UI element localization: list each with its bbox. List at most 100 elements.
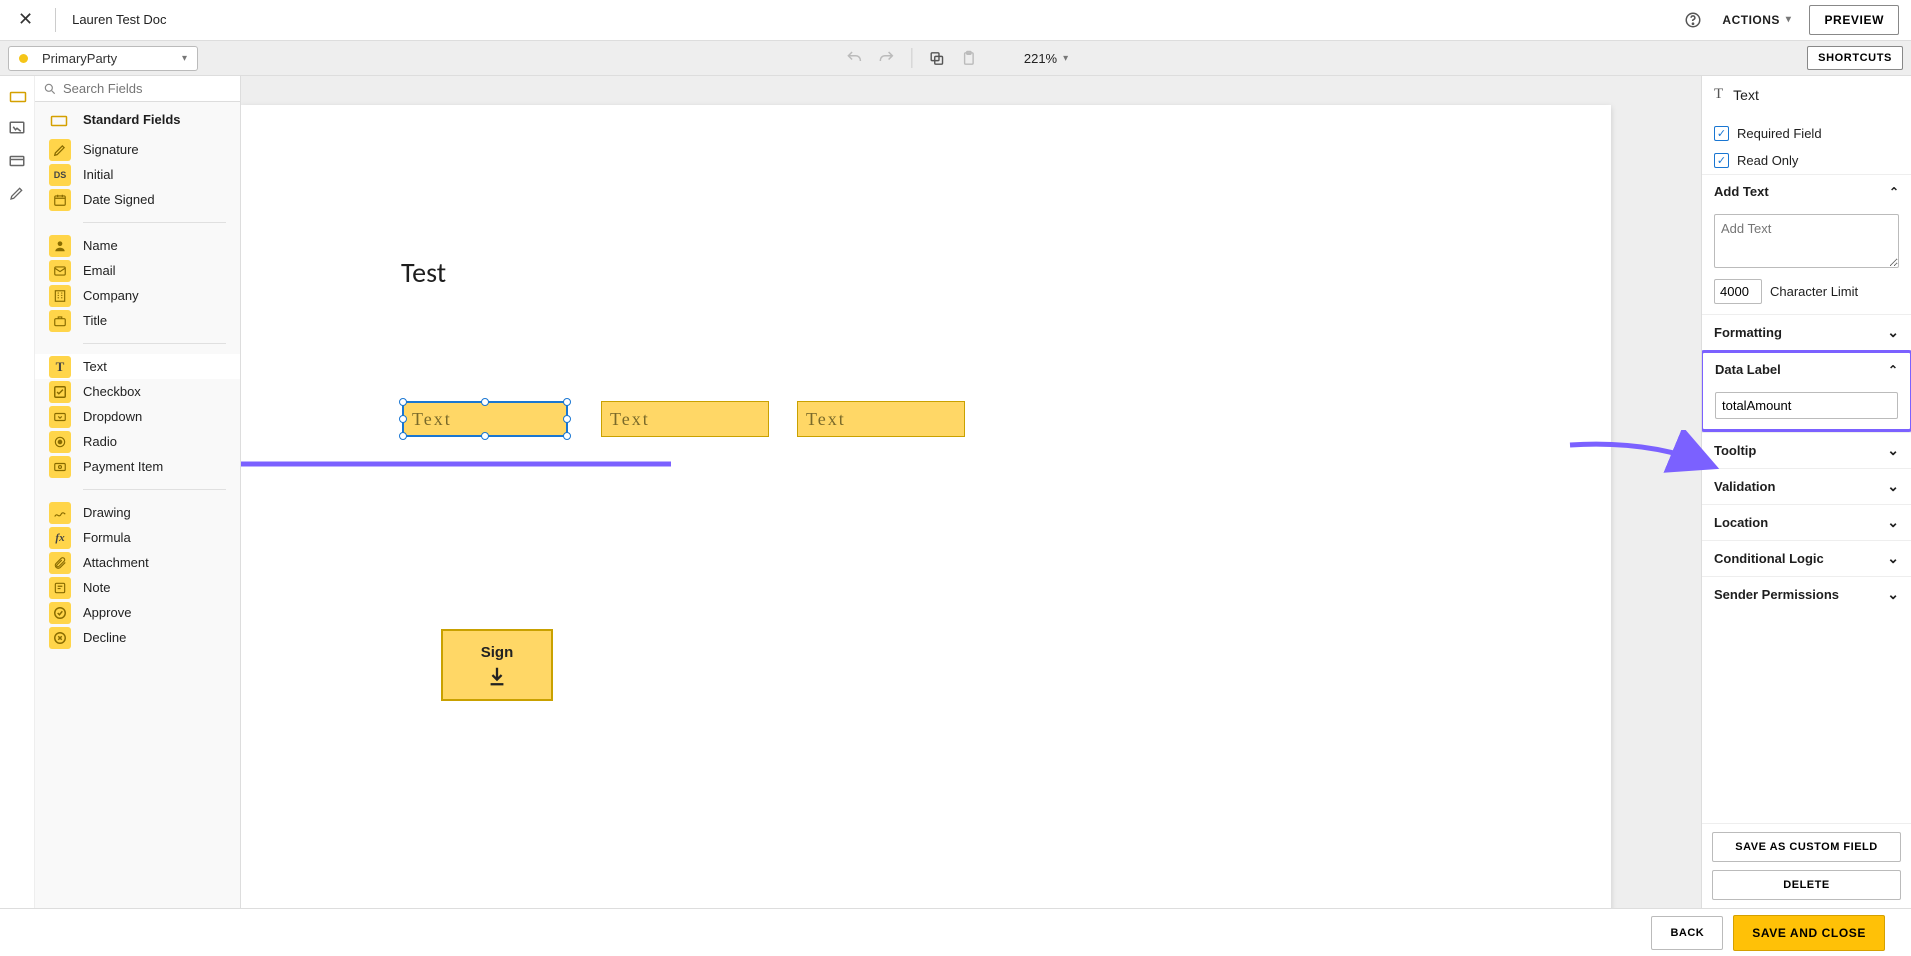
checkbox-checked-icon[interactable]: ✓ <box>1714 153 1729 168</box>
chevron-down-icon <box>1887 550 1899 567</box>
close-icon[interactable]: ✕ <box>12 9 39 30</box>
sign-here-field[interactable]: Sign <box>441 629 553 701</box>
resize-handle[interactable] <box>563 415 571 423</box>
field-decline[interactable]: Decline <box>35 625 240 650</box>
char-limit-input[interactable] <box>1714 279 1762 304</box>
field-payment[interactable]: Payment Item <box>35 454 240 479</box>
add-text-input[interactable] <box>1714 214 1899 268</box>
radio-icon <box>49 431 71 453</box>
main-area: ✕ Standard Fields Signature <box>0 76 1911 908</box>
zoom-control[interactable]: 221% ▾ <box>1024 51 1068 66</box>
rail-edit-icon[interactable] <box>2 178 32 208</box>
checkbox-icon <box>49 381 71 403</box>
undo-icon[interactable] <box>843 47 865 69</box>
copy-icon[interactable] <box>926 47 948 69</box>
properties-actions: SAVE AS CUSTOM FIELD DELETE <box>1702 823 1911 908</box>
folder-icon <box>49 111 69 131</box>
text-field[interactable]: Text <box>601 401 769 437</box>
help-icon[interactable] <box>1682 9 1704 31</box>
shortcuts-button[interactable]: SHORTCUTS <box>1807 46 1903 70</box>
sender-permissions-accordion[interactable]: Sender Permissions <box>1702 576 1911 612</box>
rail-custom-fields[interactable] <box>2 114 32 144</box>
fields-scroll: Standard Fields Signature DS Initial Dat… <box>35 102 240 908</box>
field-company[interactable]: Company <box>35 283 240 308</box>
data-label-input[interactable] <box>1715 392 1898 419</box>
back-button[interactable]: BACK <box>1651 916 1723 950</box>
chevron-down-icon: ▾ <box>182 53 187 64</box>
formatting-accordion[interactable]: Formatting <box>1702 314 1911 350</box>
field-note[interactable]: Note <box>35 575 240 600</box>
search-input[interactable] <box>63 81 239 96</box>
field-placeholder: Text <box>412 409 452 430</box>
canvas-inner: Test Text Text <box>241 76 1701 908</box>
conditional-logic-accordion[interactable]: Conditional Logic <box>1702 540 1911 576</box>
field-label: Name <box>83 238 118 253</box>
checkbox-checked-icon[interactable]: ✓ <box>1714 126 1729 141</box>
delete-button[interactable]: DELETE <box>1712 870 1901 900</box>
field-date-signed[interactable]: Date Signed <box>35 187 240 212</box>
field-initial[interactable]: DS Initial <box>35 162 240 187</box>
field-formula[interactable]: fx Formula <box>35 525 240 550</box>
field-text[interactable]: T Text <box>35 354 240 379</box>
field-name[interactable]: Name <box>35 233 240 258</box>
text-icon: T <box>49 356 71 378</box>
person-icon <box>49 235 71 257</box>
readonly-row[interactable]: ✓ Read Only <box>1702 147 1911 174</box>
accordion-title: Tooltip <box>1714 443 1756 458</box>
field-dropdown[interactable]: Dropdown <box>35 404 240 429</box>
field-drawing[interactable]: Drawing <box>35 500 240 525</box>
resize-handle[interactable] <box>399 398 407 406</box>
resize-handle[interactable] <box>399 415 407 423</box>
field-approve[interactable]: Approve <box>35 600 240 625</box>
initial-icon: DS <box>49 164 71 186</box>
calendar-icon <box>49 189 71 211</box>
resize-handle[interactable] <box>563 398 571 406</box>
add-text-body: Character Limit <box>1702 208 1911 314</box>
redo-icon[interactable] <box>875 47 897 69</box>
text-field-selected[interactable]: Text <box>402 401 568 437</box>
resize-handle[interactable] <box>399 432 407 440</box>
fields-panel: ✕ Standard Fields Signature <box>35 76 240 908</box>
preview-button[interactable]: PREVIEW <box>1809 5 1899 35</box>
section-title: Standard Fields <box>83 112 181 127</box>
rail-standard-fields[interactable] <box>2 82 32 112</box>
field-label: Drawing <box>83 505 131 520</box>
text-field[interactable]: Text <box>797 401 965 437</box>
validation-accordion[interactable]: Validation <box>1702 468 1911 504</box>
field-checkbox[interactable]: Checkbox <box>35 379 240 404</box>
save-and-close-button[interactable]: SAVE AND CLOSE <box>1733 915 1885 951</box>
paste-icon[interactable] <box>958 47 980 69</box>
field-email[interactable]: Email <box>35 258 240 283</box>
sign-label: Sign <box>481 644 514 661</box>
field-attachment[interactable]: Attachment <box>35 550 240 575</box>
resize-handle[interactable] <box>481 432 489 440</box>
field-title[interactable]: Title <box>35 308 240 333</box>
divider <box>83 489 226 490</box>
field-label: Dropdown <box>83 409 142 424</box>
add-text-accordion[interactable]: Add Text <box>1702 174 1911 208</box>
document-page[interactable]: Test Text Text <box>241 105 1611 908</box>
field-radio[interactable]: Radio <box>35 429 240 454</box>
tooltip-accordion[interactable]: Tooltip <box>1702 432 1911 468</box>
data-label-highlight: Data Label <box>1702 350 1911 432</box>
chevron-down-icon: ▾ <box>1786 14 1792 25</box>
zoom-value: 221% <box>1024 51 1057 66</box>
briefcase-icon <box>49 310 71 332</box>
download-arrow-icon <box>486 665 508 687</box>
chevron-down-icon <box>1887 478 1899 495</box>
resize-handle[interactable] <box>563 432 571 440</box>
rail-pre-fill[interactable] <box>2 146 32 176</box>
location-accordion[interactable]: Location <box>1702 504 1911 540</box>
accordion-title: Formatting <box>1714 325 1782 340</box>
field-signature[interactable]: Signature <box>35 137 240 162</box>
recipient-select[interactable]: PrimaryParty ▾ <box>8 46 198 71</box>
field-label: Radio <box>83 434 117 449</box>
required-field-row[interactable]: ✓ Required Field <box>1702 120 1911 147</box>
save-custom-field-button[interactable]: SAVE AS CUSTOM FIELD <box>1712 832 1901 862</box>
drawing-icon <box>49 502 71 524</box>
data-label-accordion[interactable]: Data Label <box>1703 353 1910 386</box>
left-column: ✕ Standard Fields Signature <box>0 76 241 908</box>
actions-menu[interactable]: ACTIONS ▾ <box>1722 13 1791 27</box>
canvas[interactable]: Test Text Text <box>241 76 1701 908</box>
resize-handle[interactable] <box>481 398 489 406</box>
